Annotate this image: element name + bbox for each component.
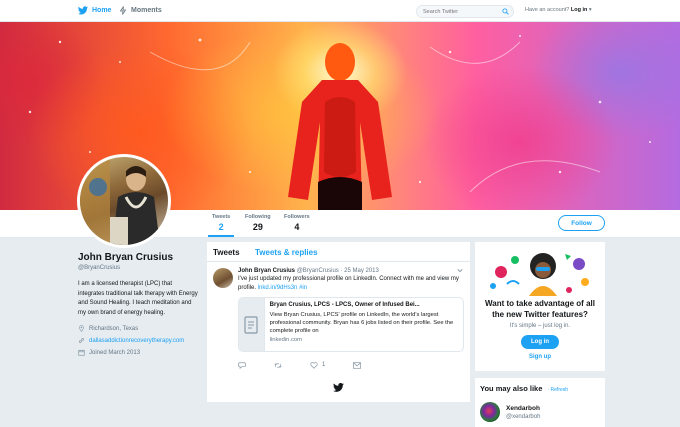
- stat-label: Following: [245, 214, 271, 220]
- reply-icon: [238, 361, 246, 369]
- stat-followers[interactable]: Followers 4: [284, 214, 310, 232]
- profile-website: dallasaddictionrecoverytherapy.com: [78, 337, 198, 344]
- tweet-actions: 1: [238, 356, 464, 374]
- twitter-bird-icon: [78, 6, 88, 15]
- stat-tweets[interactable]: Tweets 2: [207, 214, 235, 237]
- caret-down-icon[interactable]: ▾: [589, 7, 592, 13]
- reply-button[interactable]: [238, 361, 246, 369]
- stat-value: 4: [294, 222, 300, 232]
- bolt-icon: [119, 6, 127, 15]
- link-card[interactable]: Bryan Crusius, LPCS - LPCS, Owner of Inf…: [238, 297, 464, 352]
- location-pin-icon: [79, 325, 84, 332]
- login-button[interactable]: Log in: [521, 335, 559, 349]
- timeline-tabs: Tweets Tweets & replies: [207, 242, 470, 262]
- refresh-link[interactable]: · Refresh: [547, 387, 568, 393]
- search-icon[interactable]: [502, 8, 509, 15]
- profile-bio: I am a licensed therapist (LPC) that int…: [78, 281, 198, 316]
- like-button[interactable]: 1: [310, 361, 326, 369]
- timeline: Tweets Tweets & replies John Bryan Crusi…: [207, 242, 470, 402]
- tweet-handle[interactable]: @BryanCrusius: [297, 268, 339, 274]
- login-dropdown[interactable]: Log in: [571, 7, 588, 13]
- suggestion-avatar[interactable]: [480, 402, 500, 422]
- account-prompt: Have an account? Log in ▾: [525, 7, 592, 13]
- avatar[interactable]: [77, 154, 171, 248]
- tweet-link[interactable]: lnkd.in/9dHs3n: [258, 285, 298, 291]
- tweet-date[interactable]: 25 May 2013: [344, 268, 379, 274]
- retweet-button[interactable]: [274, 362, 282, 369]
- document-icon: [244, 315, 258, 334]
- signup-link[interactable]: Sign up: [475, 354, 605, 360]
- twitter-bird-icon: [333, 383, 344, 392]
- location-text: Richardson, Texas: [89, 325, 139, 332]
- link-icon: [79, 338, 84, 343]
- nav-moments[interactable]: Moments: [119, 6, 162, 15]
- website-link[interactable]: dallasaddictionrecoverytherapy.com: [89, 338, 184, 344]
- suggestion-name[interactable]: Xendarboh: [506, 405, 540, 412]
- promo-title: Want to take advantage of all the new Tw…: [485, 299, 595, 319]
- nav-moments-label: Moments: [131, 7, 162, 14]
- also-like-title: You may also like: [480, 384, 543, 393]
- chevron-down-icon[interactable]: [457, 268, 463, 273]
- heart-icon: [310, 361, 318, 369]
- tweet-avatar[interactable]: [213, 268, 233, 288]
- login-promo-card: Want to take advantage of all the new Tw…: [475, 242, 605, 371]
- search-input[interactable]: [417, 6, 497, 17]
- more-button[interactable]: [353, 361, 362, 369]
- card-thumbnail: [239, 298, 265, 351]
- profile-info: John Bryan Crusius @BryanCrusius I am a …: [78, 252, 198, 356]
- also-like-heading: You may also like · Refresh: [480, 384, 568, 393]
- account-prompt-text: Have an account?: [525, 7, 570, 13]
- tab-tweets[interactable]: Tweets: [213, 248, 240, 257]
- tweet-hashtag[interactable]: #in: [299, 285, 307, 291]
- promo-subtitle: It's simple – just log in.: [509, 323, 571, 329]
- retweet-icon: [274, 362, 282, 368]
- promo-illustration: [490, 253, 589, 296]
- tweet-text: I've just updated my professional profil…: [238, 275, 464, 292]
- card-body: Bryan Crusius, LPCS - LPCS, Owner of Inf…: [265, 298, 463, 351]
- tweet[interactable]: John Bryan Crusius @BryanCrusius · 25 Ma…: [207, 262, 470, 374]
- card-description: View Bryan Crusius, LPCS' profile on Lin…: [269, 312, 454, 334]
- card-domain: linkedin.com: [269, 337, 302, 343]
- search-box: [416, 5, 514, 18]
- profile-handle[interactable]: @BryanCrusius: [78, 265, 198, 271]
- nav-home-label: Home: [92, 7, 112, 14]
- you-may-also-like: You may also like · Refresh Xendarboh @x…: [475, 378, 605, 427]
- tweet-author[interactable]: John Bryan Crusius: [238, 268, 295, 274]
- like-count: 1: [322, 362, 326, 368]
- stat-value: 2: [218, 222, 224, 232]
- follow-button[interactable]: Follow: [558, 215, 605, 231]
- profile-name[interactable]: John Bryan Crusius: [78, 252, 198, 263]
- stat-label: Followers: [284, 214, 310, 220]
- profile-joined: Joined March 2013: [78, 349, 198, 356]
- calendar-icon: [78, 349, 85, 356]
- profile-location: Richardson, Texas: [78, 325, 198, 332]
- top-nav: Home Moments Have an account? Log in ▾: [0, 0, 680, 22]
- tweet-header: John Bryan Crusius @BryanCrusius · 25 Ma…: [238, 268, 379, 274]
- envelope-icon: [353, 361, 362, 369]
- suggestion-handle[interactable]: @xendarboh: [506, 414, 540, 420]
- stat-value: 29: [252, 222, 263, 232]
- joined-text: Joined March 2013: [89, 349, 141, 356]
- nav-home[interactable]: Home: [78, 6, 111, 15]
- card-title: Bryan Crusius, LPCS - LPCS, Owner of Inf…: [269, 302, 420, 308]
- stat-label: Tweets: [212, 214, 231, 220]
- stat-following[interactable]: Following 29: [245, 214, 271, 232]
- tab-tweets-replies[interactable]: Tweets & replies: [255, 248, 318, 257]
